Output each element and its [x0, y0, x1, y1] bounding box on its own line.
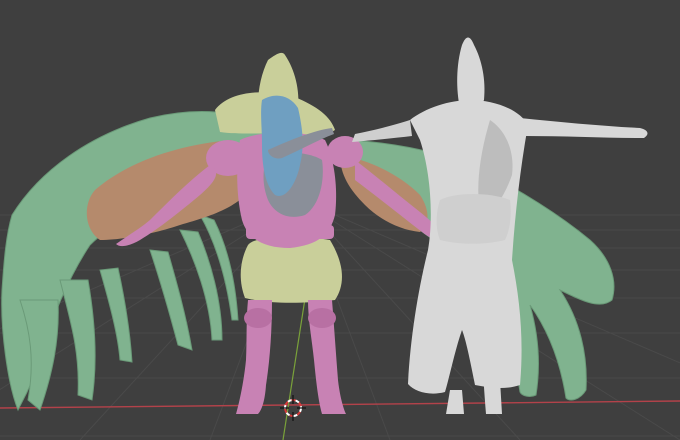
- cloak-left-leg: [446, 390, 464, 414]
- cloak-left-arm: [352, 120, 412, 142]
- 3d-viewport[interactable]: [0, 0, 680, 440]
- left-knee: [244, 308, 272, 328]
- 3d-cursor[interactable]: [280, 395, 306, 421]
- spiked-helmet: [457, 37, 485, 110]
- right-knee: [308, 308, 336, 328]
- chest-plates: [436, 194, 511, 244]
- belt: [246, 225, 334, 239]
- cloak-body: [408, 100, 528, 394]
- viewport-scene[interactable]: [0, 0, 680, 440]
- armored-knight-mesh[interactable]: [1, 52, 615, 414]
- cloak-right-arm: [520, 118, 648, 138]
